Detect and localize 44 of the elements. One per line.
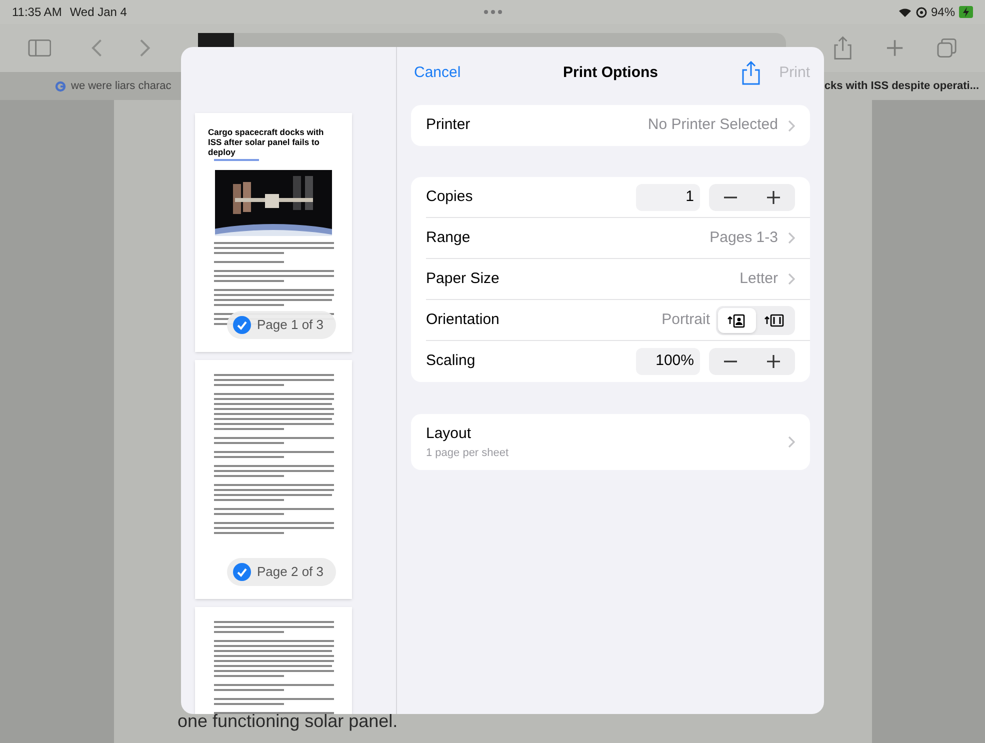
sidebar-icon[interactable] <box>28 39 52 57</box>
share-icon[interactable] <box>742 61 760 85</box>
cancel-button[interactable]: Cancel <box>411 62 464 84</box>
article-headline: Cargo spacecraft docks with ISS after solar panel fails to deploy <box>208 127 325 157</box>
chevron-icon <box>788 120 795 132</box>
chevron-icon <box>788 273 795 285</box>
battery-level: 94% <box>930 4 955 21</box>
option-value[interactable]: Pages 1-3 <box>710 226 778 250</box>
tabs-icon[interactable] <box>937 38 958 58</box>
option-subtitle: 1 page per sheet <box>426 446 509 461</box>
option-value[interactable]: Letter <box>740 268 778 290</box>
option-label: Scaling <box>426 351 476 372</box>
option-label: Paper Size <box>426 268 500 289</box>
battery-icon <box>959 6 973 18</box>
status-date: Wed Jan 4 <box>70 4 127 21</box>
share-icon[interactable] <box>834 36 852 60</box>
google-icon <box>55 80 66 92</box>
option-label: Copies <box>426 186 473 207</box>
stepper-control[interactable] <box>709 348 795 375</box>
option-label: Layout <box>426 424 472 444</box>
chevron-icon <box>788 232 795 244</box>
browser-tab[interactable]: we were liars charac <box>0 72 200 100</box>
value-field[interactable]: 1 <box>636 184 700 210</box>
page-badge[interactable]: Page 2 of 3 <box>227 558 336 586</box>
multitasking-dots-icon[interactable] <box>483 9 503 15</box>
option-label: Orientation <box>426 310 500 330</box>
option-label: Range <box>426 228 470 248</box>
status-time: 11:35 AM <box>12 4 62 21</box>
layout-row[interactable]: Layout 1 page per sheet <box>411 414 810 470</box>
preview-page[interactable]: Cargo spacecraft docks with ISS after solar panel fails to deploy Page 1 of 3 <box>195 113 352 352</box>
orientation-lock-icon <box>916 6 927 18</box>
wifi-icon <box>898 6 912 18</box>
page-badge[interactable]: Page 1 of 3 <box>227 311 336 339</box>
value-field[interactable]: 100% <box>636 348 700 375</box>
orientation-option[interactable] <box>718 308 756 332</box>
option-value: Portrait <box>662 310 710 330</box>
new-tab-icon[interactable] <box>886 39 904 57</box>
article-text: one functioning solar panel. <box>178 710 399 733</box>
printer-row[interactable]: Printer No Printer Selected <box>411 105 810 146</box>
dialog-title: Print Options <box>563 62 658 83</box>
chevron-icon <box>788 436 795 448</box>
preview-page[interactable]: Page 2 of 3 <box>195 360 352 599</box>
stepper-control[interactable] <box>709 184 795 210</box>
orientation-segmented-control[interactable] <box>716 306 795 334</box>
